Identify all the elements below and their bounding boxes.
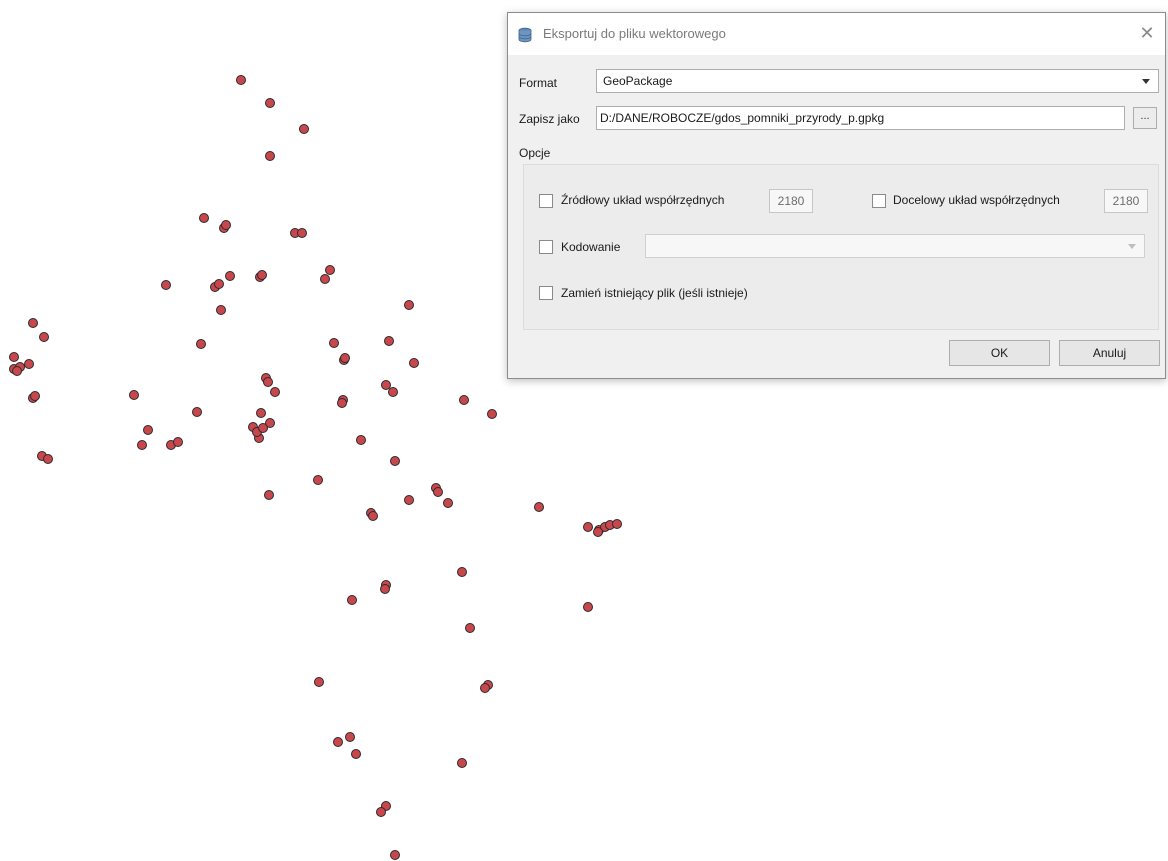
map-point-1 — [236, 75, 246, 85]
map-point-74 — [612, 519, 622, 529]
map-point-84 — [333, 737, 343, 747]
map-point-23 — [340, 353, 350, 363]
chevron-down-icon — [1142, 79, 1150, 84]
map-point-11 — [320, 274, 330, 284]
map-point-43 — [192, 407, 202, 417]
map-point-30 — [270, 387, 280, 397]
ok-button[interactable]: OK — [949, 340, 1050, 366]
map-point-72 — [593, 527, 603, 537]
map-point-17 — [161, 280, 171, 290]
format-value: GeoPackage — [603, 74, 673, 88]
close-button[interactable]: ✕ — [1129, 19, 1165, 47]
target-crs-field[interactable]: 2180 — [1104, 189, 1148, 213]
map-point-44 — [143, 425, 153, 435]
source-crs-field[interactable]: 2180 — [769, 189, 813, 213]
browse-button[interactable]: ... — [1133, 107, 1157, 129]
options-group: Źródłowy układ współrzędnych 2180 Docelo… — [523, 164, 1159, 330]
map-point-61 — [264, 490, 274, 500]
map-point-16 — [214, 279, 224, 289]
chevron-down-icon — [1128, 244, 1136, 249]
map-point-78 — [347, 595, 357, 605]
map-point-21 — [329, 338, 339, 348]
map-point-27 — [388, 387, 398, 397]
map-point-19 — [404, 300, 414, 310]
map-point-14 — [225, 271, 235, 281]
map-point-87 — [457, 758, 467, 768]
map-point-60 — [313, 475, 323, 485]
map-point-32 — [28, 318, 38, 328]
map-point-9 — [297, 228, 307, 238]
map-point-4 — [265, 151, 275, 161]
map-point-29 — [263, 377, 273, 387]
map-point-56 — [459, 395, 469, 405]
map-point-42 — [43, 454, 53, 464]
map-point-20 — [196, 339, 206, 349]
map-point-80 — [465, 623, 475, 633]
save-as-label: Zapisz jako — [519, 112, 580, 126]
format-label: Format — [519, 76, 558, 90]
export-vector-dialog: Eksportuj do pliku wektorowego ✕ Format … — [507, 12, 1166, 379]
map-point-48 — [256, 408, 266, 418]
map-point-40 — [30, 391, 40, 401]
source-crs-checkbox[interactable] — [539, 194, 553, 208]
map-point-2 — [265, 98, 275, 108]
options-label: Opcje — [519, 146, 551, 160]
map-point-24 — [384, 336, 394, 346]
source-crs-label: Źródłowy układ współrzędnych — [561, 193, 725, 207]
map-point-33 — [39, 332, 49, 342]
map-point-3 — [299, 124, 309, 134]
cancel-button[interactable]: Anuluj — [1059, 340, 1160, 366]
map-point-67 — [368, 511, 378, 521]
map-point-55 — [337, 398, 347, 408]
map-point-90 — [390, 850, 400, 860]
map-point-64 — [433, 487, 443, 497]
database-icon — [518, 27, 532, 43]
map-point-37 — [24, 359, 34, 369]
save-as-path-input[interactable]: D:/DANE/ROBOCZE/gdos_pomniki_przyrody_p.… — [596, 106, 1125, 130]
map-point-79 — [583, 602, 593, 612]
map-point-38 — [12, 366, 22, 376]
map-point-31 — [129, 390, 139, 400]
dialog-title: Eksportuj do pliku wektorowego — [543, 26, 726, 41]
map-point-65 — [443, 498, 453, 508]
map-point-25 — [409, 358, 419, 368]
map-point-5 — [199, 213, 209, 223]
map-point-47 — [173, 437, 183, 447]
overwrite-checkbox[interactable] — [539, 286, 553, 300]
map-point-13 — [257, 270, 267, 280]
map-point-77 — [380, 584, 390, 594]
overwrite-label: Zamień istniejący plik (jeśli istnieje) — [561, 286, 748, 300]
map-point-59 — [390, 456, 400, 466]
format-select[interactable]: GeoPackage — [596, 69, 1159, 93]
dialog-titlebar[interactable]: Eksportuj do pliku wektorowego ✕ — [508, 13, 1165, 55]
map-point-62 — [404, 495, 414, 505]
map-point-18 — [216, 305, 226, 315]
map-point-53 — [258, 423, 268, 433]
close-icon: ✕ — [1139, 23, 1155, 43]
target-crs-label: Docelowy układ współrzędnych — [893, 193, 1060, 207]
map-point-75 — [457, 567, 467, 577]
encoding-select[interactable] — [645, 234, 1145, 258]
map-point-89 — [376, 807, 386, 817]
map-point-7 — [221, 220, 231, 230]
map-point-45 — [137, 440, 147, 450]
encoding-label: Kodowanie — [561, 240, 621, 254]
map-point-69 — [583, 522, 593, 532]
map-point-57 — [487, 409, 497, 419]
map-point-81 — [314, 677, 324, 687]
map-point-68 — [534, 502, 544, 512]
map-point-86 — [351, 749, 361, 759]
map-point-34 — [9, 352, 19, 362]
target-crs-checkbox[interactable] — [872, 194, 886, 208]
encoding-checkbox[interactable] — [539, 240, 553, 254]
map-point-85 — [345, 732, 355, 742]
map-point-58 — [356, 435, 366, 445]
map-point-83 — [480, 683, 490, 693]
